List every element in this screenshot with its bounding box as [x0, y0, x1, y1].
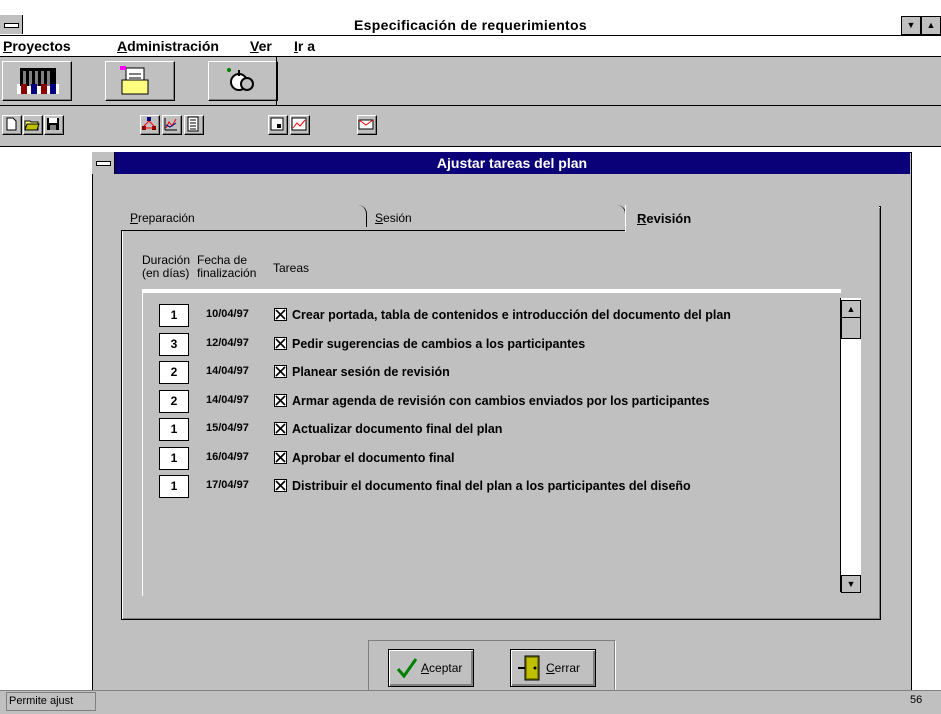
menu-bar: Proyectos Administración Ver Ir a [0, 36, 941, 57]
save-button[interactable] [44, 115, 64, 135]
dialog-system-menu-button[interactable] [92, 152, 115, 174]
folder-document-icon [120, 66, 149, 95]
scroll-down-button[interactable]: ▼ [841, 575, 861, 593]
task-label: Armar agenda de revisión con cambios env… [292, 394, 710, 408]
menu-proyectos[interactable]: Proyectos [3, 38, 71, 54]
envelope-button[interactable] [357, 115, 377, 135]
tab-revision[interactable]: Revisión [625, 205, 879, 232]
checkbox-x-icon [275, 309, 286, 320]
checkbox-x-icon [275, 395, 286, 406]
menu-ver[interactable]: Ver [250, 38, 272, 54]
new-document-button[interactable] [2, 115, 22, 135]
door-exit-icon [518, 655, 540, 681]
checkmark-icon [396, 658, 418, 679]
chart-icon [164, 118, 177, 131]
checkbox-x-icon [275, 366, 286, 377]
page-icon [270, 117, 284, 131]
task-checkbox[interactable] [274, 308, 287, 321]
network-icon [142, 117, 156, 130]
task-checkbox[interactable] [274, 337, 287, 350]
duration-input[interactable]: 1 [159, 475, 189, 498]
close-button[interactable]: Cerrar [510, 649, 596, 687]
checkbox-x-icon [275, 480, 286, 491]
duration-input[interactable]: 3 [159, 333, 189, 356]
date-header: Fecha de finalización [197, 253, 257, 280]
tasks-header: Tareas [273, 261, 310, 275]
task-label: Distribuir el documento final del plan a… [292, 479, 691, 493]
window-title: Especificación de requerimientos [354, 17, 587, 33]
people-icon [17, 68, 59, 94]
menu-ir-a[interactable]: Ir a [294, 38, 315, 54]
open-folder-button[interactable] [23, 115, 43, 135]
end-date: 15/04/97 [206, 422, 249, 434]
task-checkbox[interactable] [274, 394, 287, 407]
graph-button[interactable] [290, 115, 310, 135]
duration-input[interactable]: 1 [159, 447, 189, 470]
checkbox-x-icon [275, 452, 286, 463]
status-bar [0, 690, 941, 714]
task-checkbox[interactable] [274, 479, 287, 492]
task-label: Pedir sugerencias de cambios a los parti… [292, 337, 586, 351]
people-button[interactable] [2, 61, 72, 101]
graph-icon [291, 117, 307, 131]
page-button[interactable] [268, 115, 288, 135]
envelope-icon [358, 119, 374, 130]
network-button[interactable] [140, 115, 160, 135]
save-icon [47, 118, 59, 130]
scroll-up-button[interactable]: ▲ [841, 300, 861, 318]
task-label: Crear portada, tabla de contenidos e int… [292, 308, 731, 322]
end-date: 14/04/97 [206, 365, 249, 377]
status-indicator: 56 [910, 694, 923, 706]
end-date: 14/04/97 [206, 394, 249, 406]
task-checkbox[interactable] [274, 422, 287, 435]
dialog-title: Ajustar tareas del plan [436, 155, 588, 171]
minimize-button[interactable]: ▼ [901, 16, 921, 35]
task-label: Planear sesión de revisión [292, 365, 450, 379]
new-document-icon [6, 117, 17, 131]
task-label: Aprobar el documento final [292, 451, 455, 465]
duration-header: Duración (en días) [142, 253, 191, 280]
task-checkbox[interactable] [274, 451, 287, 464]
accept-button[interactable]: Aceptar [388, 649, 474, 687]
list-button[interactable] [184, 115, 204, 135]
folder-document-button[interactable] [105, 61, 175, 101]
status-message: Permite ajust [6, 692, 96, 711]
checkbox-x-icon [275, 338, 286, 349]
keys-button[interactable] [208, 61, 278, 101]
duration-input[interactable]: 1 [159, 418, 189, 441]
maximize-button[interactable]: ▲ [921, 16, 941, 35]
end-date: 17/04/97 [206, 479, 249, 491]
end-date: 12/04/97 [206, 337, 249, 349]
keys-icon [227, 68, 254, 91]
tab-sesion[interactable]: Sesión [366, 205, 620, 230]
tab-preparacion[interactable]: Preparación [121, 205, 366, 230]
menu-administracion[interactable]: Administración [117, 38, 219, 54]
end-date: 16/04/97 [206, 451, 249, 463]
duration-input[interactable]: 2 [159, 361, 189, 384]
scroll-thumb[interactable] [841, 317, 861, 339]
checkbox-x-icon [275, 423, 286, 434]
open-folder-icon [24, 120, 40, 131]
task-checkbox[interactable] [274, 365, 287, 378]
list-icon [187, 116, 199, 132]
vertical-scrollbar[interactable] [840, 298, 861, 592]
main-toolbar [0, 57, 941, 106]
task-list [142, 289, 841, 596]
chart-button[interactable] [162, 115, 182, 135]
end-date: 10/04/97 [206, 308, 249, 320]
duration-input[interactable]: 1 [159, 304, 189, 327]
system-menu-button[interactable] [0, 15, 23, 34]
task-label: Actualizar documento final del plan [292, 422, 503, 436]
duration-input[interactable]: 2 [159, 390, 189, 413]
